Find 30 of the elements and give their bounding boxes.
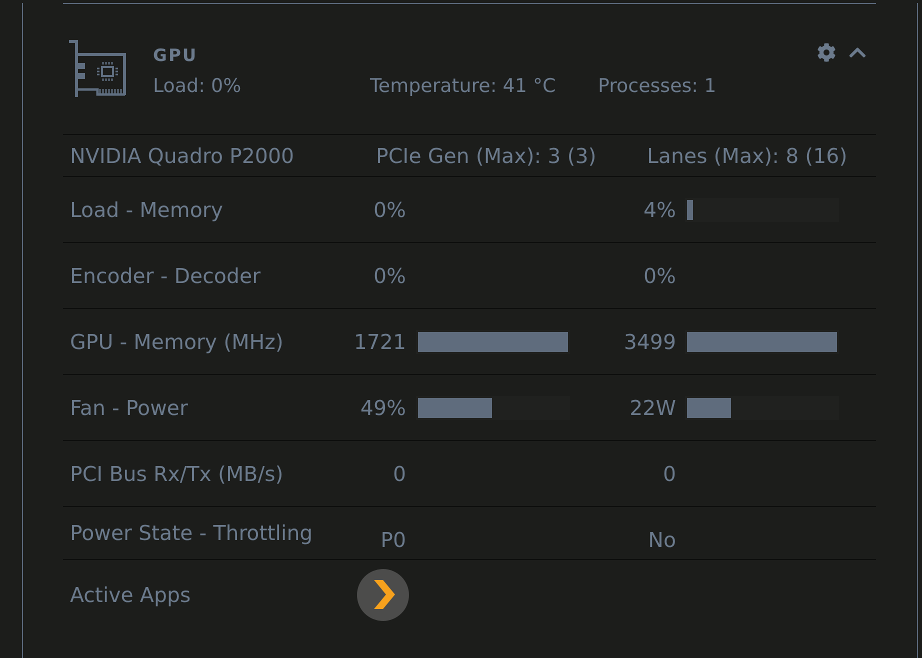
processes-stat: Processes: 1 bbox=[598, 74, 716, 98]
metric-label: Power State - Throttling bbox=[70, 520, 314, 546]
temperature-stat: Temperature: 41 °C bbox=[370, 74, 557, 98]
metric-value: P0 bbox=[380, 528, 406, 552]
metric-value: 0% bbox=[643, 264, 676, 288]
metric-value: 0 bbox=[392, 462, 406, 486]
metric-label: PCI Bus Rx/Tx (MB/s) bbox=[70, 460, 284, 486]
metric-value: 0% bbox=[373, 198, 406, 222]
metric-label: Active Apps bbox=[70, 582, 192, 608]
settings-icon[interactable] bbox=[817, 43, 836, 62]
lanes-info: Lanes (Max): 8 (16) bbox=[647, 142, 848, 168]
metric-label: Load - Memory bbox=[70, 196, 224, 222]
metric-value: 49% bbox=[360, 396, 406, 420]
pcie-info: PCIe Gen (Max): 3 (3) bbox=[376, 142, 598, 168]
load-stat: Load: 0% bbox=[153, 74, 242, 98]
metric-value: 0% bbox=[373, 264, 406, 288]
chevron-right-icon bbox=[374, 580, 395, 609]
metric-label: GPU - Memory (MHz) bbox=[70, 328, 284, 354]
active-apps-button[interactable] bbox=[357, 568, 409, 620]
device-name: NVIDIA Quadro P2000 bbox=[70, 142, 296, 168]
metric-value: 3499 bbox=[624, 330, 676, 354]
metric-label: Fan - Power bbox=[70, 394, 189, 420]
metric-value: 22W bbox=[630, 396, 676, 420]
metric-value: 0 bbox=[662, 462, 676, 486]
graphics-card-icon bbox=[69, 40, 127, 98]
metric-value: 1721 bbox=[354, 330, 406, 354]
card-title: GPU bbox=[153, 45, 198, 68]
metric-value: No bbox=[648, 528, 676, 552]
metric-value: 4% bbox=[643, 198, 676, 222]
metric-label: Encoder - Decoder bbox=[70, 262, 262, 288]
